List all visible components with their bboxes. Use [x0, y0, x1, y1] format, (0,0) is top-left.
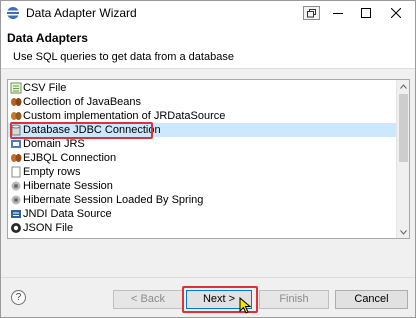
beans-icon — [11, 98, 22, 106]
list-item-jndi[interactable]: JNDI Data Source — [8, 207, 397, 221]
title-bar: Data Adapter Wizard — [1, 1, 415, 25]
page-description: Use SQL queries to get data from a datab… — [13, 51, 234, 63]
list-item-json-file[interactable]: JSON File — [8, 221, 397, 235]
close-button[interactable] — [382, 1, 410, 25]
list-item-label: Custom implementation of JRDataSource — [23, 110, 226, 122]
page-title: Data Adapters — [7, 31, 88, 45]
list-item-empty-rows[interactable]: Empty rows — [8, 165, 397, 179]
list-item-label: Empty rows — [23, 166, 81, 178]
list-item-custom-jrdatasource[interactable]: Custom implementation of JRDataSource — [8, 109, 397, 123]
database-icon — [11, 124, 21, 136]
window-restore-icon — [307, 9, 316, 18]
empty-rows-icon — [11, 166, 21, 178]
list-item-label: EJBQL Connection — [23, 152, 117, 164]
close-icon — [391, 8, 401, 18]
mouse-cursor-icon — [239, 297, 252, 314]
jndi-icon — [11, 210, 21, 218]
domain-icon — [11, 140, 21, 148]
footer-separator — [1, 277, 415, 278]
list-item-domain-jrs[interactable]: Domain JRS — [8, 137, 397, 151]
finish-button[interactable]: Finish — [259, 290, 329, 309]
list-item-label: JNDI Data Source — [23, 208, 112, 220]
scroll-thumb[interactable] — [399, 94, 408, 162]
scroll-up-button[interactable] — [397, 80, 409, 92]
list-item-label: Database JDBC Connection — [23, 124, 161, 136]
list-item-label: JSON File — [23, 222, 74, 234]
list-item-label: Hibernate Session — [23, 180, 113, 192]
list-item-label: CSV File — [23, 82, 67, 94]
list-item-hibernate-spring[interactable]: Hibernate Session Loaded By Spring — [8, 193, 397, 207]
window-title: Data Adapter Wizard — [26, 6, 137, 20]
chevron-down-icon — [400, 229, 407, 235]
csv-file-icon — [10, 82, 22, 94]
back-button[interactable]: < Back — [113, 290, 183, 309]
list-item-ejbql[interactable]: EJBQL Connection — [8, 151, 397, 165]
scroll-down-button[interactable] — [397, 226, 409, 238]
list-item-label: Domain JRS — [23, 138, 85, 150]
view-menu-button[interactable] — [303, 6, 320, 20]
list-item-hibernate-session[interactable]: Hibernate Session — [8, 179, 397, 193]
cancel-button[interactable]: Cancel — [335, 290, 408, 309]
maximize-icon — [361, 8, 371, 18]
maximize-button[interactable] — [352, 1, 380, 25]
list-item-csv-file[interactable]: CSV File — [8, 81, 397, 95]
wizard-header: Data Adapters Use SQL queries to get dat… — [1, 25, 415, 69]
data-adapter-wizard-window: Data Adapter Wizard Data Adapters Use SQ… — [0, 0, 416, 318]
eclipse-app-icon — [7, 7, 19, 19]
minimize-icon — [333, 13, 343, 14]
chevron-up-icon — [400, 83, 407, 89]
custom-datasource-icon — [11, 112, 22, 120]
adapter-list[interactable]: CSV File Collection of JavaBeans Custom … — [7, 79, 410, 239]
list-item-label: Hibernate Session Loaded By Spring — [23, 194, 204, 206]
help-button[interactable]: ? — [11, 290, 26, 305]
hibernate-spring-icon — [11, 195, 21, 205]
minimize-button[interactable] — [324, 1, 352, 25]
ejbql-icon — [11, 154, 22, 162]
hibernate-icon — [11, 181, 21, 191]
list-item-label: Collection of JavaBeans — [23, 96, 142, 108]
json-file-icon — [11, 223, 21, 233]
vertical-scrollbar[interactable] — [396, 80, 409, 238]
list-item-collection-javabeans[interactable]: Collection of JavaBeans — [8, 95, 397, 109]
list-item-database-jdbc[interactable]: Database JDBC Connection — [8, 123, 397, 137]
